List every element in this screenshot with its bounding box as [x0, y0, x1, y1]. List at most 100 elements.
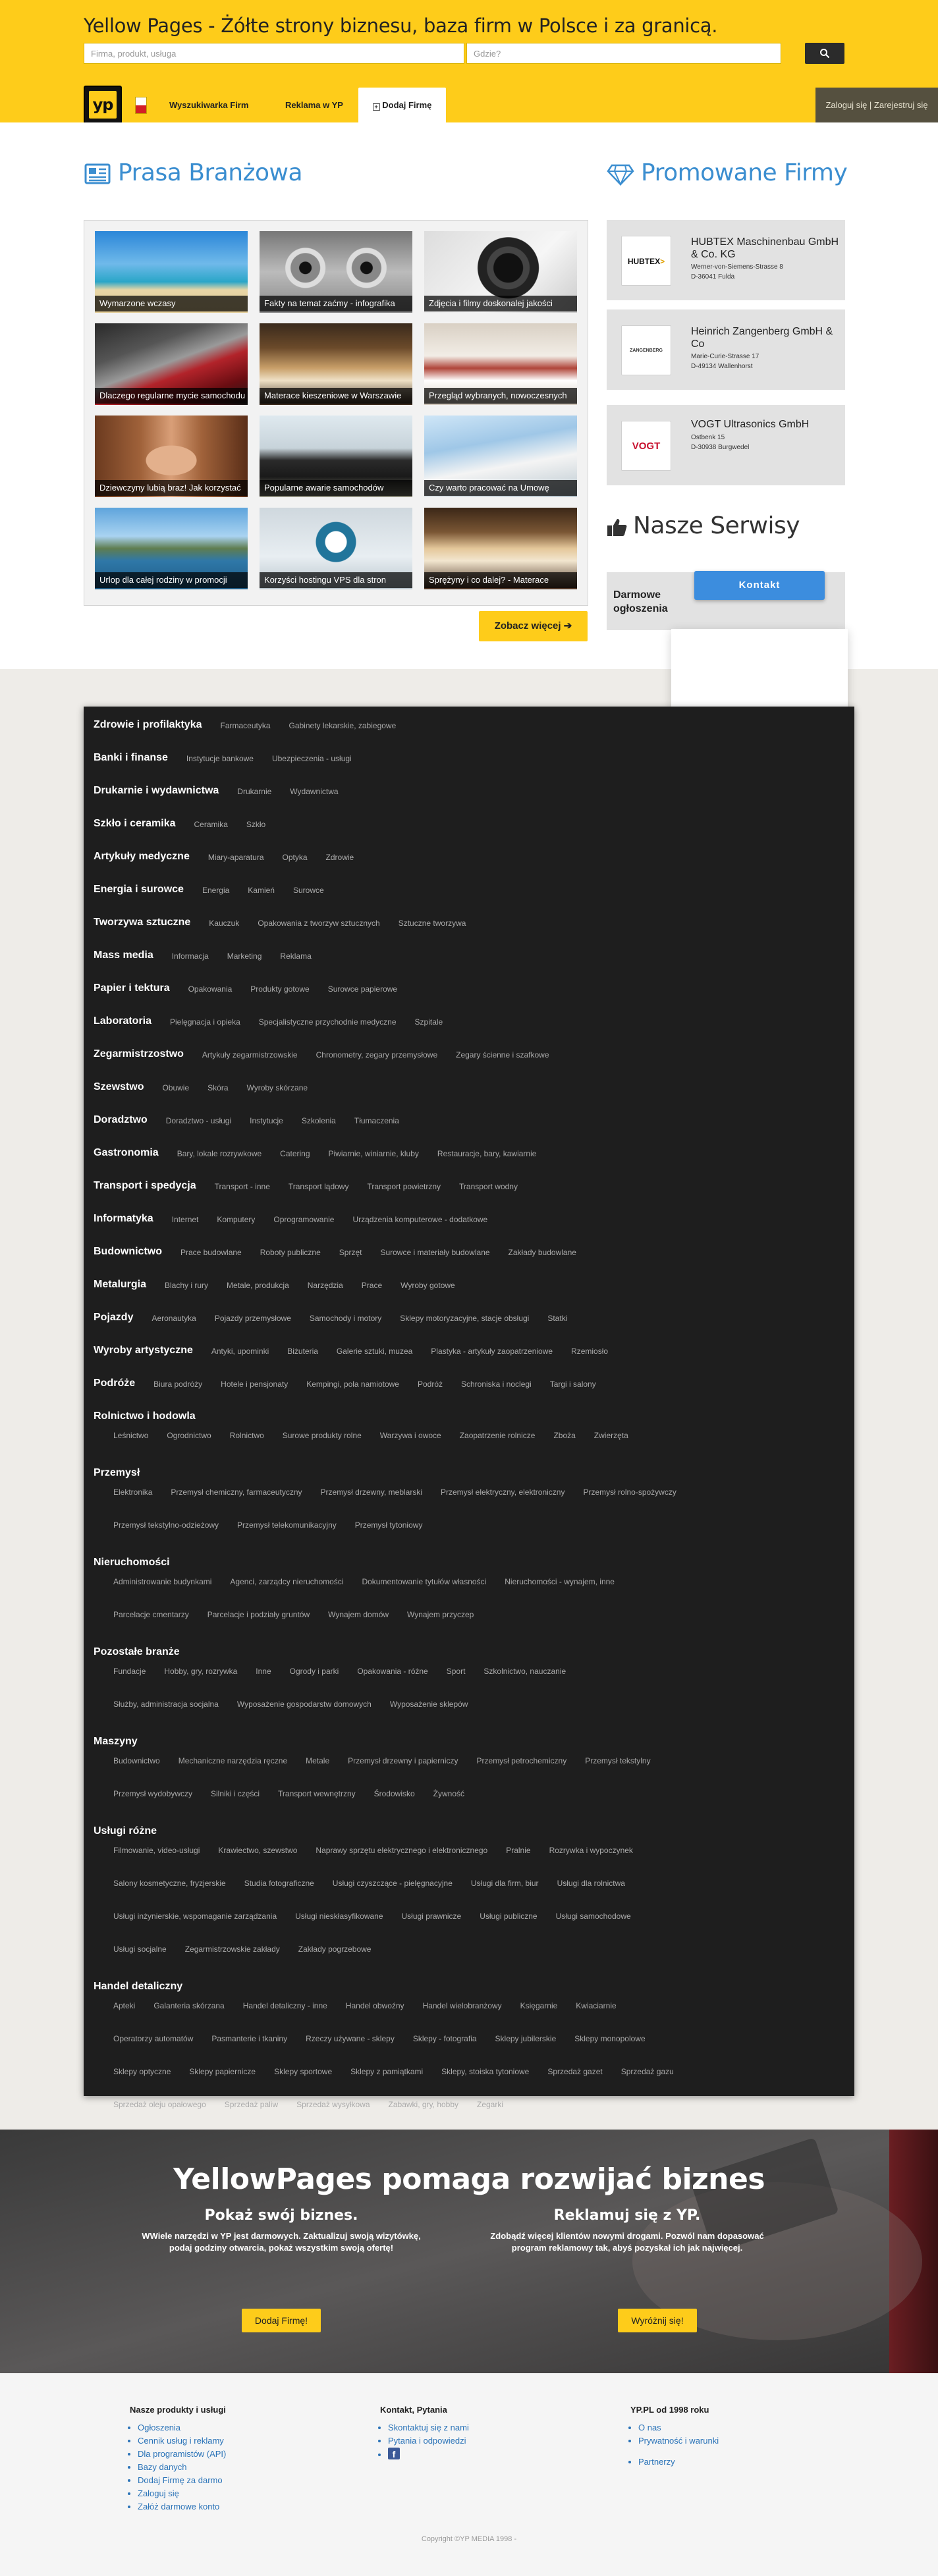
- category-link[interactable]: Usługi czyszczące - pielęgnacyjne: [333, 1879, 453, 1888]
- category-title[interactable]: Wyroby artystyczne: [94, 1345, 193, 1356]
- category-link[interactable]: Apteki: [113, 2001, 135, 2010]
- contact-button[interactable]: Kontakt: [694, 571, 825, 600]
- category-title[interactable]: Drukarnie i wydawnictwa: [94, 785, 219, 797]
- category-link[interactable]: Sprzedaż gazet: [547, 2067, 602, 2076]
- category-link[interactable]: Handel obwoźny: [346, 2001, 404, 2010]
- category-link[interactable]: Instytucje bankowe: [186, 754, 254, 763]
- category-link[interactable]: Parcelacje cmentarzy: [113, 1610, 189, 1619]
- category-link[interactable]: Przemysł tytoniowy: [355, 1520, 423, 1530]
- footer-link[interactable]: Cennik usług i reklamy: [138, 2434, 226, 2448]
- category-title[interactable]: Energia i surowce: [94, 884, 184, 896]
- category-link[interactable]: Zabawki, gry, hobby: [389, 2100, 459, 2109]
- category-link[interactable]: Aeronautyka: [152, 1314, 196, 1323]
- category-link[interactable]: Przemysł drzewny i papierniczy: [348, 1756, 458, 1765]
- category-link[interactable]: Pralnie: [506, 1846, 530, 1855]
- category-link[interactable]: Energia: [202, 886, 229, 895]
- category-link[interactable]: Transport wodny: [459, 1182, 518, 1191]
- category-link[interactable]: Biżuteria: [287, 1347, 318, 1356]
- category-link[interactable]: Obuwie: [162, 1083, 189, 1092]
- category-link[interactable]: Wynajem przyczep: [407, 1610, 474, 1619]
- category-link[interactable]: Skóra: [207, 1083, 228, 1092]
- category-link[interactable]: Roboty publiczne: [260, 1248, 321, 1257]
- category-link[interactable]: Targi i salony: [550, 1380, 596, 1389]
- category-link[interactable]: Księgarnie: [520, 2001, 558, 2010]
- category-link[interactable]: Sklepy, stoiska tytoniowe: [441, 2067, 529, 2076]
- category-link[interactable]: Bary, lokale rozrywkowe: [177, 1149, 262, 1158]
- category-title[interactable]: Banki i finanse: [94, 752, 168, 764]
- category-link[interactable]: Zegary ścienne i szafkowe: [456, 1050, 549, 1060]
- category-link[interactable]: Salony kosmetyczne, fryzjerskie: [113, 1879, 226, 1888]
- category-title[interactable]: Tworzywa sztuczne: [94, 917, 190, 928]
- category-link[interactable]: Informacja: [172, 952, 209, 961]
- category-link[interactable]: Wyposażenie gospodarstw domowych: [237, 1700, 372, 1709]
- category-link[interactable]: Przemysł rolno-spożywczy: [583, 1488, 676, 1497]
- category-link[interactable]: Pasmanterie i tkaniny: [211, 2034, 287, 2043]
- category-title[interactable]: Szewstwo: [94, 1081, 144, 1093]
- category-link[interactable]: Służby, administracja socjalna: [113, 1700, 219, 1709]
- category-link[interactable]: Szkolnictwo, nauczanie: [483, 1667, 566, 1676]
- category-link[interactable]: Kempingi, pola namiotowe: [306, 1380, 399, 1389]
- category-title[interactable]: Zegarmistrzostwo: [94, 1048, 184, 1060]
- stand-out-button[interactable]: Wyróżnij się!: [618, 2309, 697, 2332]
- category-link[interactable]: Rzemiosło: [571, 1347, 608, 1356]
- category-link[interactable]: Galerie sztuki, muzea: [337, 1347, 412, 1356]
- category-link[interactable]: Statki: [547, 1314, 567, 1323]
- category-link[interactable]: Samochody i motory: [310, 1314, 381, 1323]
- search-what-input[interactable]: Firma, produkt, usługa: [84, 43, 464, 64]
- category-link[interactable]: Fundacje: [113, 1667, 146, 1676]
- category-link[interactable]: Biura podróży: [153, 1380, 202, 1389]
- category-link[interactable]: Transport lądowy: [289, 1182, 349, 1191]
- category-link[interactable]: Opakowania - różne: [357, 1667, 428, 1676]
- category-title[interactable]: Doradztwo: [94, 1114, 148, 1126]
- footer-link[interactable]: Skontaktuj się z nami: [388, 2421, 469, 2434]
- promoted-company-card[interactable]: HUBTEX> HUBTEX Maschinenbau GmbH & Co. K…: [607, 220, 845, 300]
- category-title[interactable]: Rolnictwo i hodowla: [94, 1410, 196, 1422]
- category-link[interactable]: Surowce papierowe: [328, 984, 397, 994]
- footer-link[interactable]: O nas: [638, 2421, 719, 2434]
- category-link[interactable]: Restauracje, bary, kawiarnie: [437, 1149, 537, 1158]
- services-links[interactable]: Darmowe ogłoszenia Księgarnia: [613, 588, 699, 616]
- category-link[interactable]: Sklepy z pamiątkami: [350, 2067, 423, 2076]
- category-link[interactable]: Rozrywka i wypoczynek: [549, 1846, 633, 1855]
- category-link[interactable]: Prace: [362, 1281, 382, 1290]
- category-link[interactable]: Optyka: [283, 853, 308, 862]
- category-link[interactable]: Sztuczne tworzywa: [399, 919, 466, 928]
- category-link[interactable]: Sklepy monopolowe: [574, 2034, 645, 2043]
- article-card[interactable]: Urlop dla całej rodziny w promocji: [95, 508, 248, 589]
- login-register-link[interactable]: Zaloguj się | Zarejestruj się: [815, 88, 938, 122]
- category-link[interactable]: Zegarmistrzowskie zakłady: [185, 1945, 280, 1954]
- footer-link[interactable]: Ogłoszenia: [138, 2421, 226, 2434]
- category-link[interactable]: Sklepy jubilerskie: [495, 2034, 557, 2043]
- category-link[interactable]: Opakowania z tworzyw sztucznych: [258, 919, 379, 928]
- category-title[interactable]: Maszyny: [94, 1736, 138, 1748]
- category-link[interactable]: Usługi publiczne: [480, 1912, 537, 1921]
- category-link[interactable]: Elektronika: [113, 1488, 152, 1497]
- category-link[interactable]: Sklepy sportowe: [274, 2067, 332, 2076]
- category-link[interactable]: Zakłady budowlane: [509, 1248, 576, 1257]
- category-link[interactable]: Budownictwo: [113, 1756, 160, 1765]
- category-link[interactable]: Piwiarnie, winiarnie, kluby: [329, 1149, 419, 1158]
- category-link[interactable]: Reklama: [280, 952, 311, 961]
- category-title[interactable]: Laboratoria: [94, 1015, 152, 1027]
- category-link[interactable]: Rzeczy używane - sklepy: [306, 2034, 395, 2043]
- category-link[interactable]: Studia fotograficzne: [244, 1879, 314, 1888]
- category-title[interactable]: Budownictwo: [94, 1246, 162, 1258]
- category-link[interactable]: Nieruchomości - wynajem, inne: [505, 1577, 615, 1586]
- category-link[interactable]: Oprogramowanie: [273, 1215, 334, 1224]
- category-title[interactable]: Gastronomia: [94, 1147, 159, 1159]
- category-link[interactable]: Naprawy sprzętu elektrycznego i elektron…: [316, 1846, 487, 1855]
- footer-link[interactable]: Pytania i odpowiedzi: [388, 2434, 469, 2448]
- footer-link[interactable]: Załóż darmowe konto: [138, 2500, 226, 2513]
- category-link[interactable]: Przemysł tekstylny: [585, 1756, 650, 1765]
- category-link[interactable]: Artykuły zegarmistrzowskie: [202, 1050, 298, 1060]
- category-link[interactable]: Schroniska i noclegi: [461, 1380, 532, 1389]
- see-more-button[interactable]: Zobacz więcej ➔: [479, 611, 588, 641]
- category-title[interactable]: Nieruchomości: [94, 1557, 170, 1569]
- category-title[interactable]: Mass media: [94, 950, 153, 961]
- category-link[interactable]: Sprzedaż oleju opałowego: [113, 2100, 206, 2109]
- article-card[interactable]: Wymarzone wczasy: [95, 231, 248, 313]
- category-link[interactable]: Metale: [306, 1756, 329, 1765]
- category-link[interactable]: Usługi dla rolnictwa: [557, 1879, 625, 1888]
- category-link[interactable]: Sport: [447, 1667, 466, 1676]
- category-link[interactable]: Zaopatrzenie rolnicze: [460, 1431, 536, 1440]
